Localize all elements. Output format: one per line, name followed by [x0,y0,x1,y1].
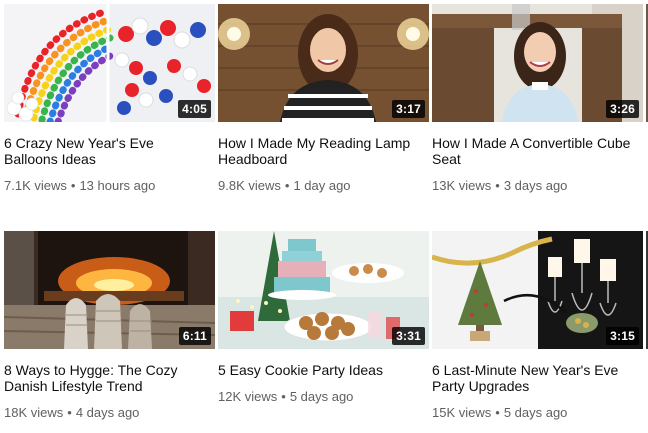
video-title[interactable]: 5 Easy Cookie Party Ideas [218,362,429,378]
duration-badge: 3:17 [392,100,425,118]
upload-age: 13 hours ago [79,178,156,193]
upload-age: 5 days ago [503,405,568,420]
view-count: 15K views [432,405,492,420]
video-title[interactable]: 8 Ways to Hygge: The Cozy Danish Lifesty… [4,362,215,394]
separator-dot: • [284,178,290,193]
video-thumbnail[interactable]: 6:11 [4,231,215,349]
video-card[interactable]: 3:26 How I Made A Convertible Cube Seat … [432,4,643,194]
separator-dot: • [70,178,76,193]
separator-dot: • [495,178,500,193]
duration-badge: 6:11 [178,327,211,345]
video-meta: 9.8K views • 1 day ago [218,178,429,194]
duration-badge: 4:05 [178,100,211,118]
video-title[interactable]: How I Made A Convertible Cube Seat [432,135,643,167]
video-card[interactable]: 4:05 6 Crazy New Year's Eve Balloons Ide… [4,4,215,194]
view-count: 13K views [432,178,492,193]
upload-age: 4 days ago [75,405,140,420]
video-meta: 18K views • 4 days ago [4,405,215,421]
upload-age: 1 day ago [293,178,351,193]
video-meta: 7.1K views • 13 hours ago [4,178,215,194]
view-count: 12K views [218,389,278,404]
view-count: 9.8K views [218,178,281,193]
video-card[interactable]: 6:11 8 Ways to Hygge: The Cozy Danish Li… [4,231,215,421]
separator-dot: • [67,405,72,420]
video-title[interactable]: 6 Last-Minute New Year's Eve Party Upgra… [432,362,643,394]
video-thumbnail[interactable]: 4:05 [4,4,215,122]
video-meta: 12K views • 5 days ago [218,389,429,405]
view-count: 18K views [4,405,64,420]
video-title[interactable]: 6 Crazy New Year's Eve Balloons Ideas [4,135,215,167]
upload-age: 3 days ago [503,178,568,193]
video-meta: 13K views • 3 days ago [432,178,643,194]
duration-badge: 3:26 [606,100,639,118]
video-thumbnail[interactable]: 3:17 [218,4,429,122]
upload-age: 5 days ago [289,389,354,404]
video-meta: 15K views • 5 days ago [432,405,643,421]
duration-badge: 3:31 [392,327,425,345]
video-title[interactable]: How I Made My Reading Lamp Headboard [218,135,429,167]
view-count: 7.1K views [4,178,67,193]
duration-badge: 3:15 [606,327,639,345]
video-thumbnail[interactable]: 3:26 [432,4,643,122]
separator-dot: • [495,405,500,420]
video-thumbnail[interactable]: 3:15 [432,231,643,349]
video-card[interactable]: 3:31 5 Easy Cookie Party Ideas 12K views… [218,231,429,405]
video-card[interactable]: 3:17 How I Made My Reading Lamp Headboar… [218,4,429,194]
video-card[interactable]: 3:15 6 Last-Minute New Year's Eve Party … [432,231,643,421]
separator-dot: • [281,389,286,404]
video-thumbnail[interactable]: 3:31 [218,231,429,349]
